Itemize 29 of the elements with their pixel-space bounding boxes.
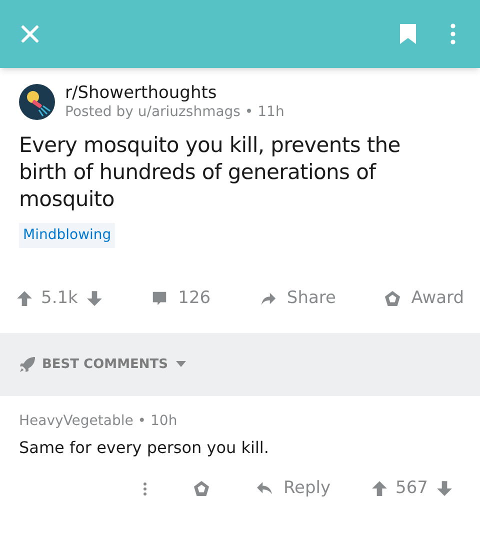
caret-icon: [176, 361, 186, 368]
award-icon: [384, 290, 402, 308]
flair-tag[interactable]: Mindblowing: [19, 222, 116, 248]
rocket-icon: [19, 356, 36, 373]
share-icon: [258, 290, 277, 308]
upvote-icon[interactable]: [370, 480, 388, 497]
post-title: Every mosquito you kill, prevents the birth of hundreds of generations of mosquito: [19, 132, 402, 213]
bookmark-icon[interactable]: [398, 23, 418, 45]
comment-icon[interactable]: [151, 290, 168, 308]
comment-count: 126: [178, 287, 211, 310]
award-icon[interactable]: [193, 480, 210, 497]
more-icon[interactable]: [143, 482, 148, 496]
downvote-icon[interactable]: [86, 290, 103, 308]
upvote-icon[interactable]: [16, 290, 33, 308]
post-byline: Posted by u/ariuzshmags • 11h: [65, 104, 284, 122]
reply-button[interactable]: Reply: [256, 476, 331, 502]
comment-byline: HeavyVegetable • 10h: [19, 412, 178, 429]
sort-dropdown[interactable]: BEST COMMENTS: [19, 354, 186, 374]
vote-count: 567: [396, 476, 428, 500]
reply-icon: [256, 481, 274, 496]
close-icon[interactable]: [20, 24, 40, 44]
vote-count: 5.1k: [41, 287, 78, 310]
subreddit-name[interactable]: r/Showerthoughts: [65, 83, 284, 104]
share-button[interactable]: Share: [258, 286, 336, 312]
award-button[interactable]: Award: [384, 286, 464, 312]
downvote-icon[interactable]: [436, 480, 453, 497]
community-avatar[interactable]: [19, 84, 55, 120]
more-icon[interactable]: [450, 23, 456, 45]
comment-text: Same for every person you kill.: [19, 436, 270, 459]
